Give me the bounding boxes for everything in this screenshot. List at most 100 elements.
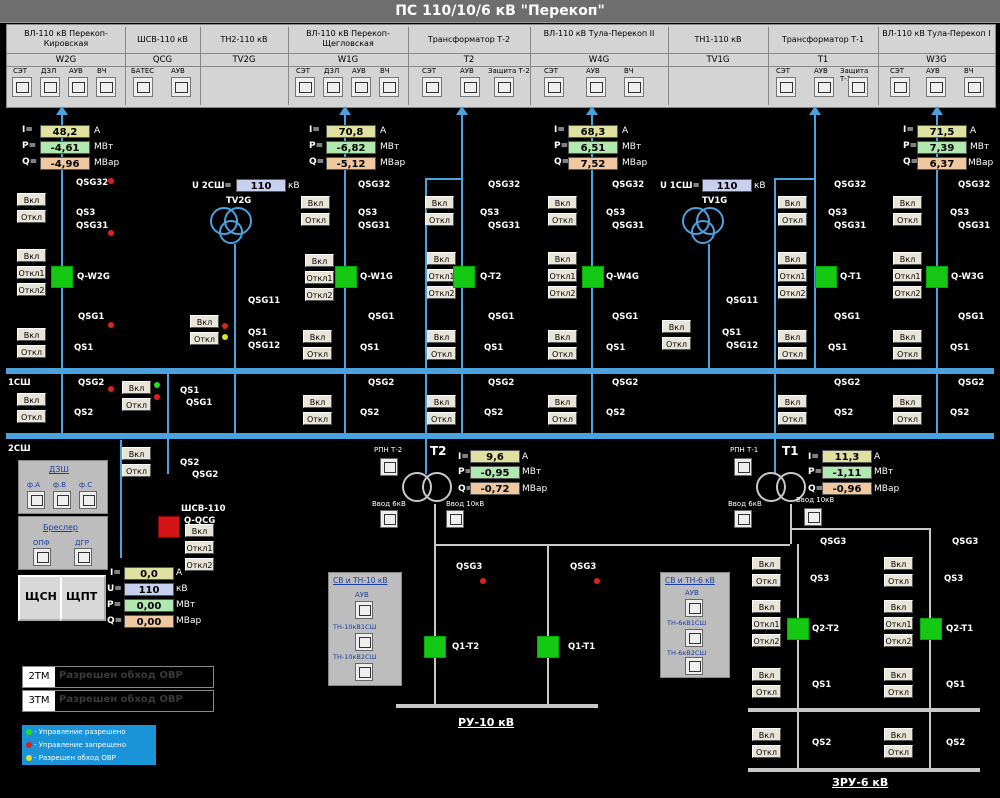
t1-qs3-off-button[interactable]: Откл <box>778 213 807 226</box>
tap-changer-icon[interactable] <box>380 458 398 476</box>
relay-icon[interactable] <box>494 77 514 97</box>
zru6-q2t2-off1-button[interactable]: Откл1 <box>752 617 781 630</box>
t2-off1-button[interactable]: Откл1 <box>427 269 456 282</box>
qcg-off1-button[interactable]: Откл1 <box>185 541 214 554</box>
breaker-q-w1g[interactable] <box>335 266 357 288</box>
t2-off2-button[interactable]: Откл2 <box>427 286 456 299</box>
t1-qs1-off-button[interactable]: Откл <box>778 347 807 360</box>
w4g-off1-button[interactable]: Откл1 <box>548 269 577 282</box>
zru6-t2-qs3-off-button[interactable]: Откл <box>752 574 781 587</box>
tap-changer-icon[interactable] <box>734 458 752 476</box>
w1g-qs3-on-button[interactable]: Вкл <box>301 196 330 209</box>
breaker-q2-t1[interactable] <box>920 618 942 640</box>
w2g-qw2g-off1-button[interactable]: Откл1 <box>17 266 46 279</box>
meter-icon[interactable] <box>12 77 32 97</box>
w3g-qs3-off-button[interactable]: Откл <box>893 213 922 226</box>
w1g-qs1-on-button[interactable]: Вкл <box>303 330 332 343</box>
t2-qs1-on-button[interactable]: Вкл <box>427 330 456 343</box>
t1-qs1-on-button[interactable]: Вкл <box>778 330 807 343</box>
bay-header-tv2g[interactable]: ТН2-110 кВ TV2G <box>200 27 289 105</box>
breaker-q-w2g[interactable] <box>51 266 73 288</box>
w4g-on-button[interactable]: Вкл <box>548 252 577 265</box>
relay-icon[interactable] <box>355 601 373 619</box>
t1-on-button[interactable]: Вкл <box>778 252 807 265</box>
w1g-qs3-off-button[interactable]: Откл <box>301 213 330 226</box>
relay-icon[interactable] <box>926 77 946 97</box>
bypass-row-2tm[interactable]: 2ТМ Разрешен обход ОВР <box>22 666 214 688</box>
relay-icon[interactable] <box>355 663 373 681</box>
w3g-qs3-on-button[interactable]: Вкл <box>893 196 922 209</box>
relay-icon[interactable] <box>379 77 399 97</box>
w3g-qs1-on-button[interactable]: Вкл <box>893 330 922 343</box>
w2g-qs1-on-button[interactable]: Вкл <box>17 328 46 341</box>
bay-header-w3g[interactable]: ВЛ-110 кВ Тула-Перекоп I W3G СЭТ АУВ ВЧ <box>878 27 995 105</box>
relay-icon[interactable] <box>586 77 606 97</box>
w4g-qs3-off-button[interactable]: Откл <box>548 213 577 226</box>
relay-icon[interactable] <box>685 599 703 617</box>
zru6-t1-qs3-off-button[interactable]: Откл <box>884 574 913 587</box>
w2g-qs3-off-button[interactable]: Откл <box>17 210 46 223</box>
relay-icon[interactable] <box>33 548 51 566</box>
relay-icon[interactable] <box>323 77 343 97</box>
relay-icon[interactable] <box>171 77 191 97</box>
tv1g-off-button[interactable]: Откл <box>662 337 691 350</box>
qcg-qs2-on-button[interactable]: Вкл <box>122 447 151 460</box>
relay-icon[interactable] <box>380 510 398 528</box>
relay-icon[interactable] <box>624 77 644 97</box>
meter-icon[interactable] <box>890 77 910 97</box>
t1-off1-button[interactable]: Откл1 <box>778 269 807 282</box>
w3g-off2-button[interactable]: Откл2 <box>893 286 922 299</box>
zru6-t1-qs1-on-button[interactable]: Вкл <box>884 668 913 681</box>
relay-icon[interactable] <box>355 633 373 651</box>
breaker-q-t1[interactable] <box>815 266 837 288</box>
relay-icon[interactable] <box>685 657 703 675</box>
t2-qs2-on-button[interactable]: Вкл <box>427 395 456 408</box>
w2g-qw2g-on-button[interactable]: Вкл <box>17 249 46 262</box>
relay-icon[interactable] <box>133 77 153 97</box>
zru6-q2t1-off1-button[interactable]: Откл1 <box>884 617 913 630</box>
qcg-qs1-on-button[interactable]: Вкл <box>122 381 151 394</box>
bay-header-w4g[interactable]: ВЛ-110 кВ Тула-Перекоп II W4G СЭТ АУВ ВЧ <box>530 27 669 105</box>
w2g-qs2-on-button[interactable]: Вкл <box>17 393 46 406</box>
relay-icon[interactable] <box>804 508 822 526</box>
w4g-qs2-off-button[interactable]: Откл <box>548 412 577 425</box>
breaker-q1-t2[interactable] <box>424 636 446 658</box>
w3g-on-button[interactable]: Вкл <box>893 252 922 265</box>
relay-icon[interactable] <box>351 77 371 97</box>
relay-icon[interactable] <box>814 77 834 97</box>
zru6-t1-qs2-on-button[interactable]: Вкл <box>884 728 913 741</box>
tv2g-on-button[interactable]: Вкл <box>190 315 219 328</box>
w4g-qs1-off-button[interactable]: Откл <box>548 347 577 360</box>
t1-qs2-off-button[interactable]: Откл <box>778 412 807 425</box>
t2-qs3-off-button[interactable]: Откл <box>425 213 454 226</box>
relay-icon[interactable] <box>964 77 984 97</box>
zru6-t2-qs3-on-button[interactable]: Вкл <box>752 557 781 570</box>
shsn-button[interactable]: ЩСН <box>18 575 64 621</box>
zru6-t1-qs1-off-button[interactable]: Откл <box>884 685 913 698</box>
relay-icon[interactable] <box>685 629 703 647</box>
bay-header-tv1g[interactable]: ТН1-110 кВ TV1G <box>668 27 769 105</box>
w4g-qs1-on-button[interactable]: Вкл <box>548 330 577 343</box>
w1g-qs1-off-button[interactable]: Откл <box>303 347 332 360</box>
t2-qs3-on-button[interactable]: Вкл <box>425 196 454 209</box>
qcg-qs1-off-button[interactable]: Откл <box>122 398 151 411</box>
relay-icon[interactable] <box>460 77 480 97</box>
w3g-qs2-off-button[interactable]: Откл <box>893 412 922 425</box>
w3g-off1-button[interactable]: Откл1 <box>893 269 922 282</box>
relay-icon[interactable] <box>734 510 752 528</box>
breaker-q2-t2[interactable] <box>787 618 809 640</box>
bypass-row-3tm[interactable]: 3ТМ Разрешен обход ОВР <box>22 690 214 712</box>
t2-qs2-off-button[interactable]: Откл <box>427 412 456 425</box>
w4g-off2-button[interactable]: Откл2 <box>548 286 577 299</box>
breaker-q1-t1[interactable] <box>537 636 559 658</box>
t1-off2-button[interactable]: Откл2 <box>778 286 807 299</box>
zru6-q2t1-off2-button[interactable]: Откл2 <box>884 634 913 647</box>
breaker-q-w3g[interactable] <box>926 266 948 288</box>
w2g-qs1-off-button[interactable]: Откл <box>17 345 46 358</box>
w2g-qs2-off-button[interactable]: Откл <box>17 410 46 423</box>
w4g-qs2-on-button[interactable]: Вкл <box>548 395 577 408</box>
bay-header-t2[interactable]: Трансформатор Т-2 T2 СЭТ АУВ Защита Т-2 <box>408 27 531 105</box>
w1g-on-button[interactable]: Вкл <box>305 254 334 267</box>
breaker-q-qcg[interactable] <box>158 516 180 538</box>
relay-icon[interactable] <box>27 491 45 509</box>
